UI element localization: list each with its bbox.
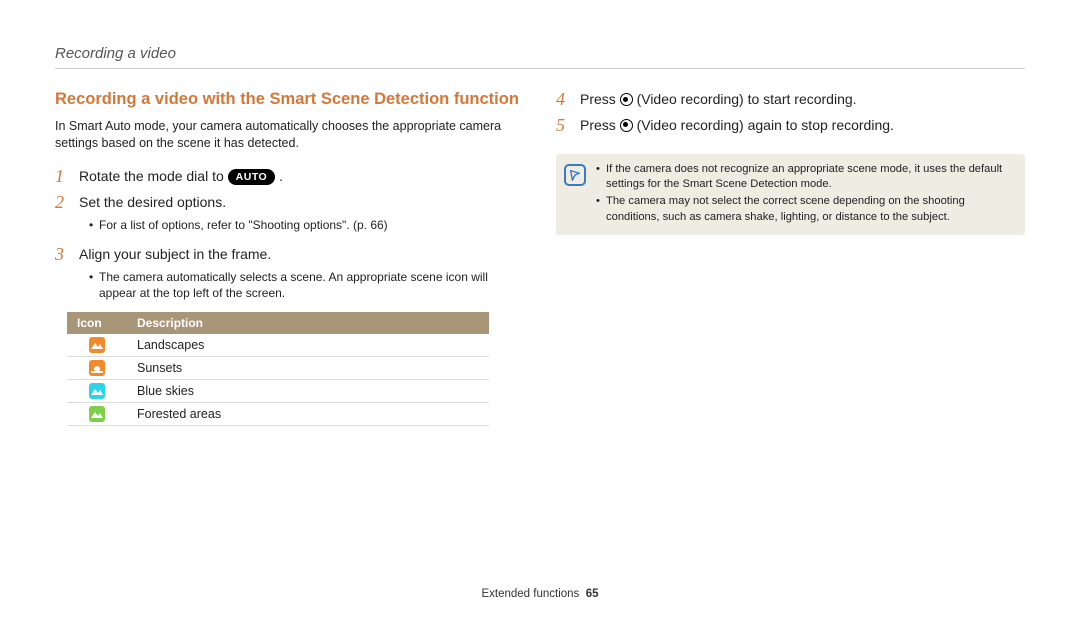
- table-row: Landscapes: [67, 334, 489, 357]
- table-row: Forested areas: [67, 402, 489, 425]
- step-5: 5 Press (Video recording) again to stop …: [556, 115, 1025, 137]
- step-number: 4: [556, 89, 570, 111]
- step-1-post: .: [275, 168, 283, 184]
- record-button-icon: [620, 93, 633, 106]
- note-list: If the camera does not recognize an appr…: [596, 162, 1015, 226]
- step-3-sublist: The camera automatically selects a scene…: [55, 269, 524, 301]
- table-header-icon: Icon: [67, 312, 127, 334]
- step-5-pre: Press: [580, 117, 620, 133]
- step-4-post: (Video recording) to start recording.: [633, 91, 857, 107]
- step-text: Press (Video recording) again to stop re…: [580, 115, 1025, 135]
- table-header-desc: Description: [127, 312, 489, 334]
- step-number: 2: [55, 192, 69, 214]
- step-text: Rotate the mode dial to AUTO .: [79, 166, 524, 186]
- left-column: Recording a video with the Smart Scene D…: [55, 89, 524, 426]
- table-row: Blue skies: [67, 379, 489, 402]
- step-4-pre: Press: [580, 91, 620, 107]
- step-text: Set the desired options.: [79, 192, 524, 212]
- step-2-sublist: For a list of options, refer to "Shootin…: [55, 217, 524, 233]
- note-item: The camera may not select the correct sc…: [596, 194, 1015, 224]
- section-title: Recording a video with the Smart Scene D…: [55, 89, 524, 110]
- step-4: 4 Press (Video recording) to start recor…: [556, 89, 1025, 111]
- table-cell-desc: Sunsets: [127, 356, 489, 379]
- footer-page-number: 65: [586, 588, 599, 600]
- page-footer: Extended functions 65: [0, 588, 1080, 600]
- table-cell-desc: Landscapes: [127, 334, 489, 357]
- auto-mode-pill-icon: AUTO: [228, 169, 276, 185]
- step-3: 3 Align your subject in the frame.: [55, 244, 524, 266]
- bluesky-icon: [89, 383, 105, 399]
- step-3-bullet: The camera automatically selects a scene…: [89, 269, 524, 301]
- step-text: Align your subject in the frame.: [79, 244, 524, 264]
- step-2: 2 Set the desired options.: [55, 192, 524, 214]
- step-2-bullet: For a list of options, refer to "Shootin…: [89, 217, 524, 233]
- intro-paragraph: In Smart Auto mode, your camera automati…: [55, 118, 524, 152]
- note-info-icon: [564, 164, 586, 186]
- step-text: Press (Video recording) to start recordi…: [580, 89, 1025, 109]
- content-columns: Recording a video with the Smart Scene D…: [0, 69, 1080, 426]
- scene-icon-table: Icon Description Landscapes Sunsets Blue…: [67, 312, 489, 426]
- step-1-pre: Rotate the mode dial to: [79, 168, 228, 184]
- step-1: 1 Rotate the mode dial to AUTO .: [55, 166, 524, 188]
- running-header: Recording a video: [55, 0, 1025, 69]
- table-row: Sunsets: [67, 356, 489, 379]
- note-box: If the camera does not recognize an appr…: [556, 154, 1025, 234]
- step-number: 3: [55, 244, 69, 266]
- footer-section: Extended functions: [481, 588, 579, 600]
- record-button-icon: [620, 119, 633, 132]
- sunset-icon: [89, 360, 105, 376]
- note-item: If the camera does not recognize an appr…: [596, 162, 1015, 192]
- right-column: 4 Press (Video recording) to start recor…: [556, 89, 1025, 426]
- step-5-post: (Video recording) again to stop recordin…: [633, 117, 894, 133]
- landscape-icon: [89, 337, 105, 353]
- step-number: 5: [556, 115, 570, 137]
- table-cell-desc: Forested areas: [127, 402, 489, 425]
- step-number: 1: [55, 166, 69, 188]
- table-cell-desc: Blue skies: [127, 379, 489, 402]
- forest-icon: [89, 406, 105, 422]
